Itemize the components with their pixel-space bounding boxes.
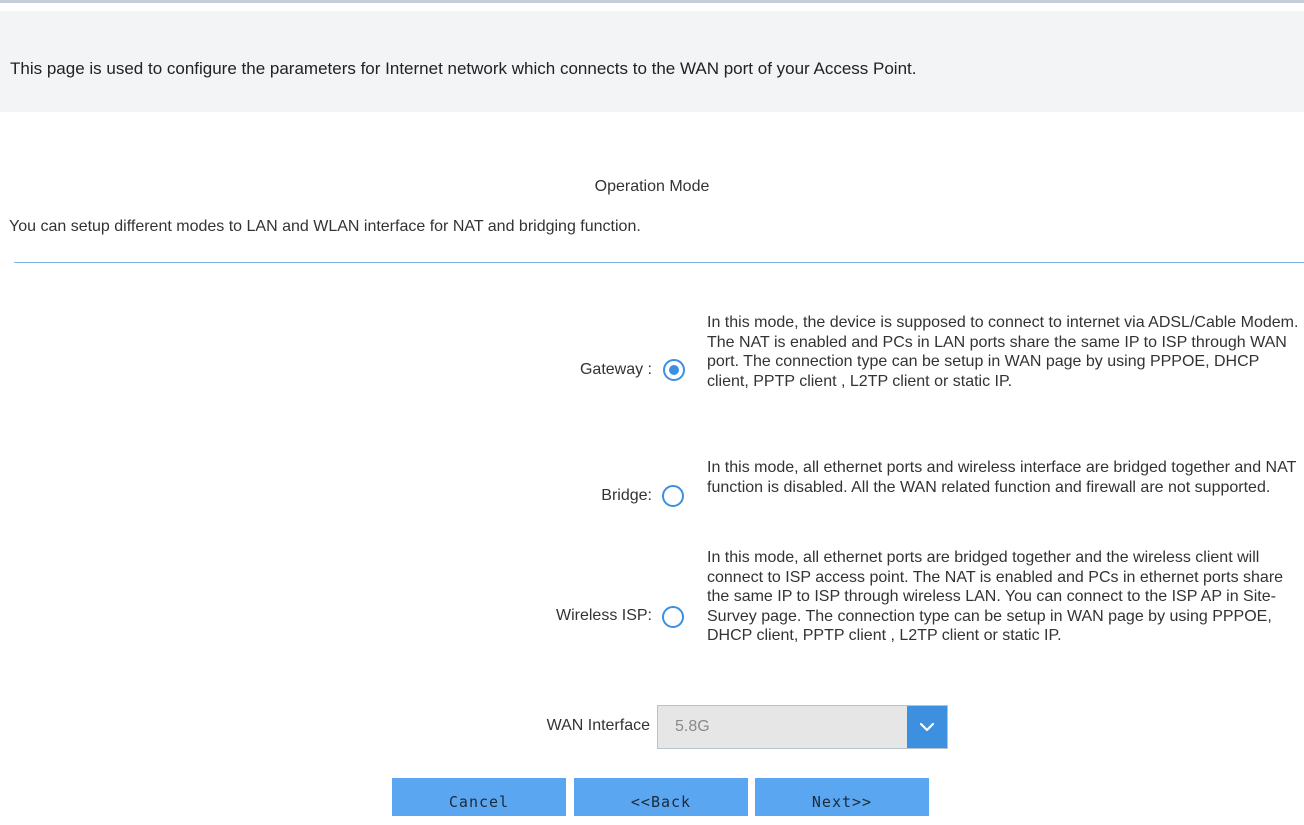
top-rule (0, 0, 1304, 3)
radio-selected-dot (669, 365, 679, 375)
section-title: Operation Mode (594, 178, 710, 195)
chevron-down-icon[interactable] (907, 706, 947, 748)
wireless-isp-description: In this mode, all ethernet ports are bri… (707, 549, 1284, 644)
wan-interface-label: WAN Interface (546, 717, 650, 734)
gateway-description: In this mode, the device is supposed to … (707, 314, 1299, 390)
bridge-label: Bridge: (601, 487, 652, 504)
wan-interface-select[interactable]: 5.8G (657, 705, 948, 749)
bridge-radio[interactable] (662, 485, 684, 507)
gateway-label: Gateway : (579, 361, 652, 378)
bridge-description: In this mode, all ethernet ports and wir… (707, 459, 1297, 496)
section-divider (14, 262, 1304, 263)
page-description: This page is used to configure the param… (10, 59, 917, 78)
wan-interface-value: 5.8G (675, 718, 710, 735)
wireless-isp-radio[interactable] (662, 606, 684, 628)
next-button[interactable]: Next>> (755, 778, 929, 816)
gateway-radio[interactable] (663, 359, 685, 381)
back-button[interactable]: <<Back (574, 778, 748, 816)
wireless-isp-label: Wireless ISP: (555, 607, 652, 624)
cancel-button[interactable]: Cancel (392, 778, 566, 816)
section-description: You can setup different modes to LAN and… (9, 218, 641, 235)
